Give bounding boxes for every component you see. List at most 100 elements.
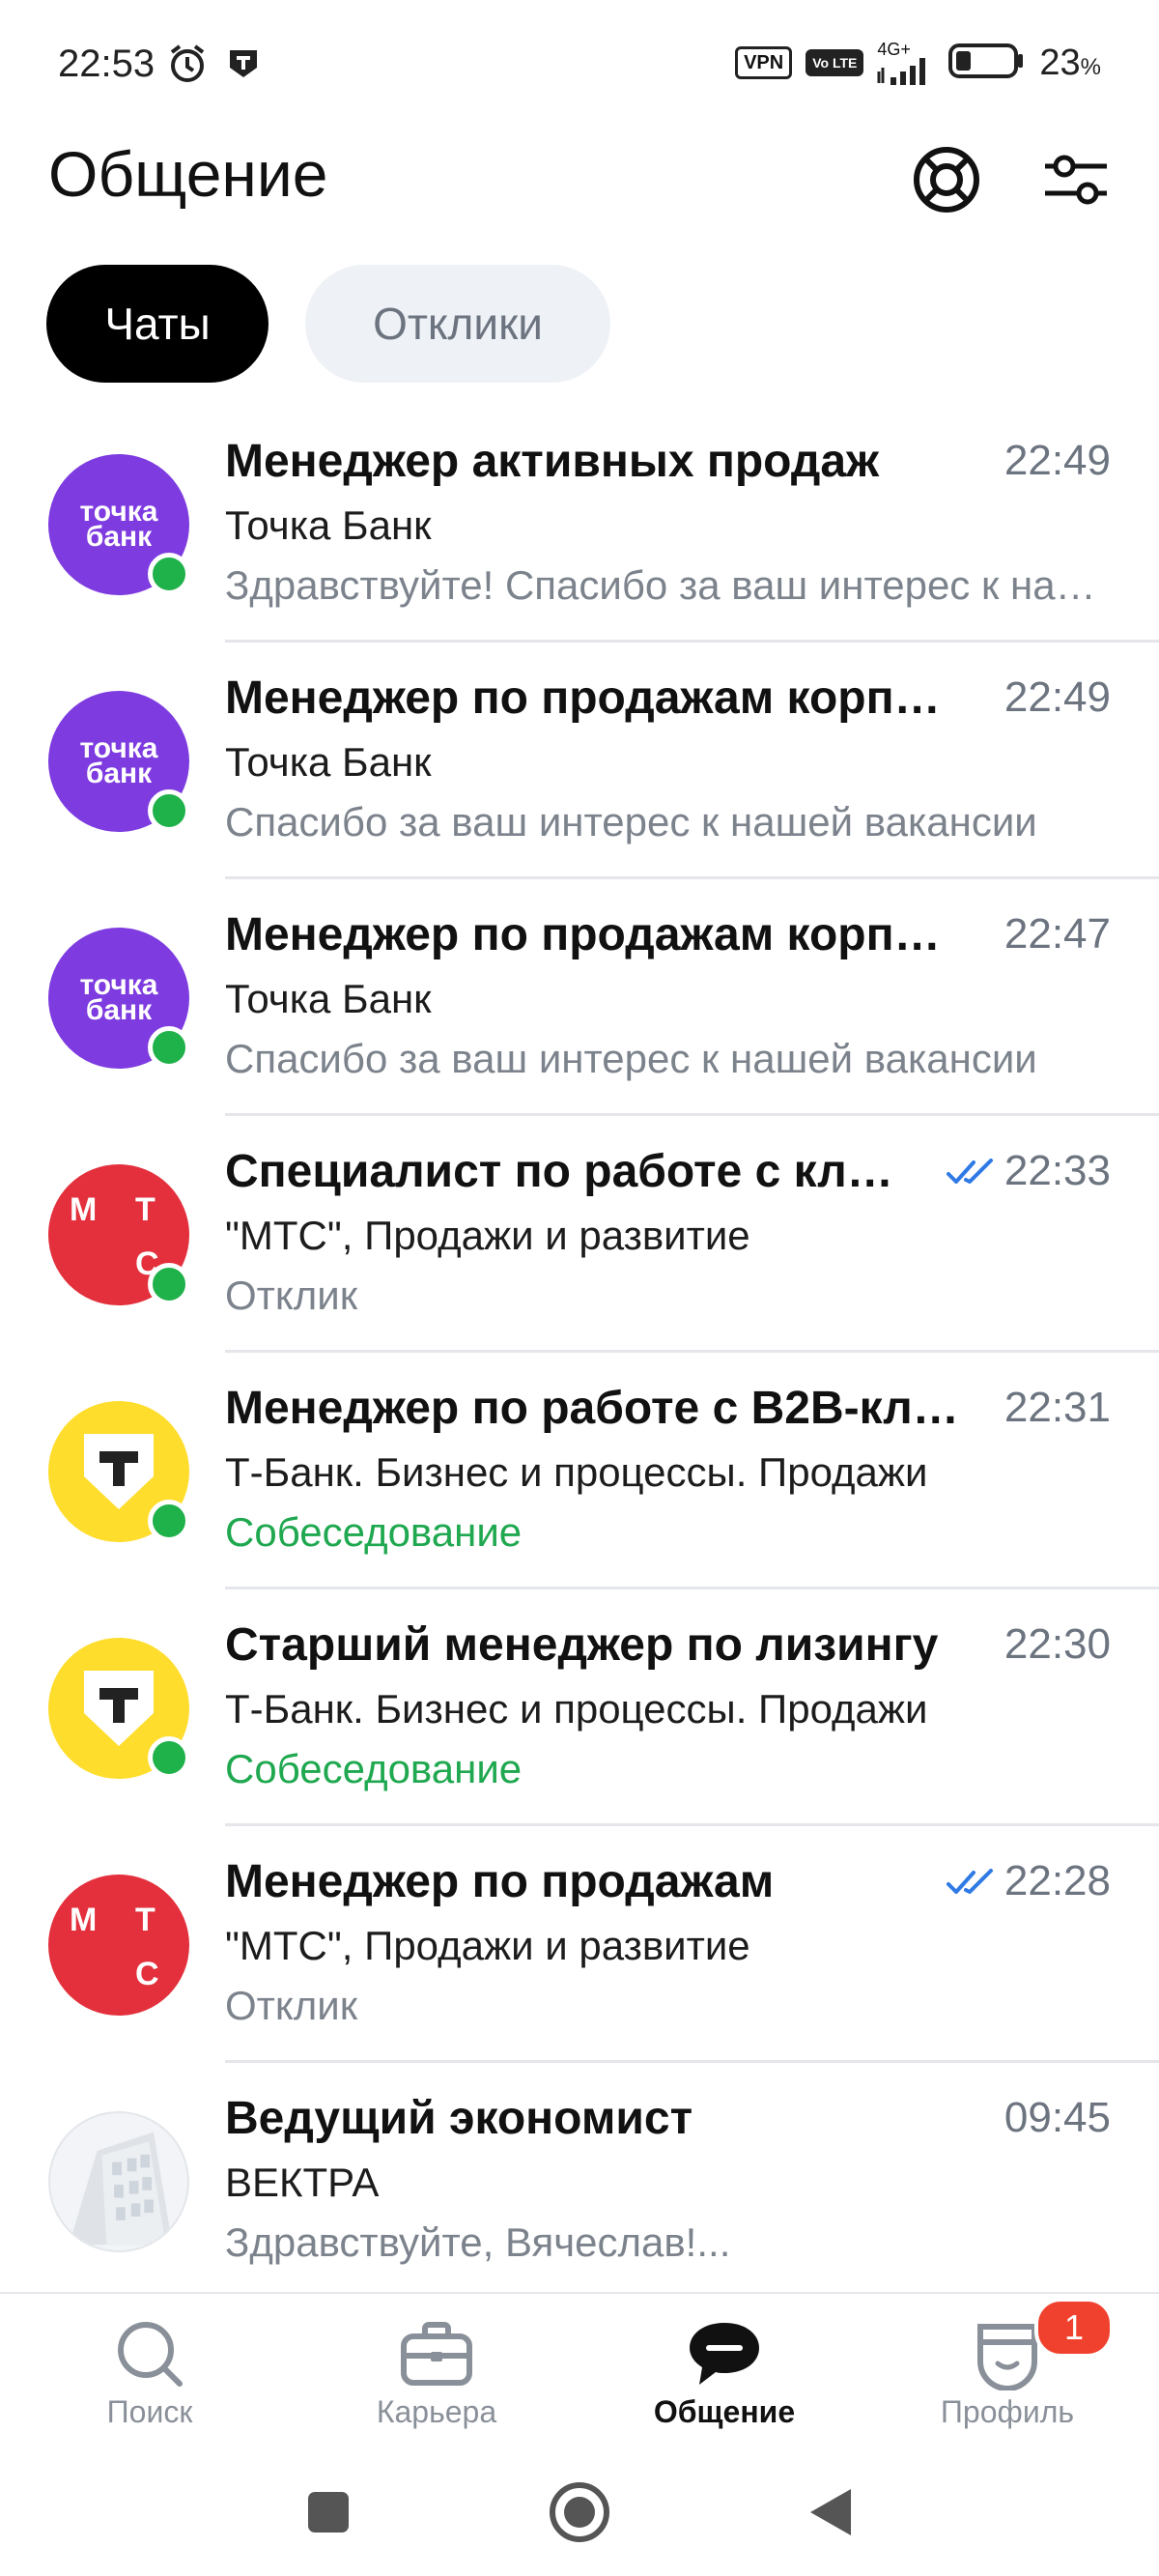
online-indicator <box>148 1263 190 1305</box>
back-triangle-icon <box>806 2485 855 2544</box>
shield-app-icon <box>226 46 261 86</box>
chat-list-item[interactable]: точка банк Менеджер активных продаж 22:49 Т… <box>0 406 1159 643</box>
chat-preview: Здравствуйте, Вячеслав!... <box>225 2219 731 2265</box>
online-indicator <box>148 1026 190 1069</box>
chat-company: Точка Банк <box>225 739 432 785</box>
chat-title: Менеджер по продажам корпоративным клиен… <box>225 673 959 724</box>
chat-time: 22:33 <box>1004 1147 1111 1194</box>
logo-letter: Т <box>135 1902 155 1938</box>
mts-logo: М ТС <box>48 1875 189 2016</box>
chat-avatar: МТС <box>48 1875 189 2016</box>
lifebuoy-icon <box>912 145 981 219</box>
chat-list-item[interactable]: М Т С Менеджер по продажам 22:28 "МТС", Прода… <box>0 1826 1159 2063</box>
online-indicator <box>148 1500 190 1542</box>
chat-title: Менеджер активных продаж <box>225 436 880 487</box>
logo-text: точка банк <box>79 969 158 1026</box>
tab-responses[interactable]: Отклики <box>305 265 610 383</box>
nav-career[interactable]: Карьера <box>292 2294 581 2448</box>
chat-list-item[interactable]: МТС Специалист по работе с клиентами 22:33… <box>0 1116 1159 1353</box>
chat-time: 09:45 <box>1004 2094 1111 2141</box>
square-icon <box>305 2489 352 2540</box>
chat-preview: Отклик <box>225 1983 358 2028</box>
recent-apps-button[interactable] <box>290 2476 367 2553</box>
vektra-logo <box>48 2111 189 2252</box>
chat-company: Т-Банк. Бизнес и процессы. Продажи <box>225 1449 928 1495</box>
tbank-shield-icon <box>84 1434 154 1509</box>
nav-profile-label: Профиль <box>940 2394 1075 2429</box>
logo-letter: Т <box>135 1191 155 1228</box>
chat-title: Ведущий экономист <box>225 2093 693 2144</box>
chat-preview: Спасибо за ваш интерес к нашей вакансии <box>225 799 1037 844</box>
chat-list-item[interactable]: Менеджер по работе с B2B-клиентами 22:31 Т… <box>0 1353 1159 1589</box>
chat-title: Менеджер по продажам корпоративным клиен… <box>225 909 959 960</box>
chat-list-item[interactable]: Старший менеджер по лизингу 22:30 Т-Банк. … <box>0 1589 1159 1826</box>
chat-tabs: Чаты Отклики <box>46 265 610 383</box>
filters-button[interactable] <box>1037 143 1115 220</box>
nav-search-label: Поиск <box>106 2394 193 2429</box>
bottom-nav: Поиск Карьера Общение 1 Профиль <box>0 2292 1159 2448</box>
signal-icon: 4G+ <box>877 41 935 85</box>
home-circle-icon <box>548 2480 611 2549</box>
chat-bubble-icon <box>681 2315 768 2392</box>
online-indicator <box>148 789 190 832</box>
chat-company: "МТС", Продажи и развитие <box>225 1923 750 1968</box>
support-button[interactable] <box>908 143 985 220</box>
search-icon <box>106 2315 193 2392</box>
online-indicator <box>148 1736 190 1779</box>
chat-title: Менеджер по работе с B2B-клиентами <box>225 1383 959 1434</box>
system-navigation-bar <box>0 2447 1159 2576</box>
battery-icon <box>948 42 1026 85</box>
nav-communication[interactable]: Общение <box>580 2294 869 2448</box>
volte-badge: Vo LTE <box>806 49 864 76</box>
home-button[interactable] <box>541 2476 618 2553</box>
chat-preview: Спасибо за ваш интерес к нашей вакансии <box>225 1036 1037 1081</box>
chat-time: 22:47 <box>1004 910 1111 958</box>
chat-time: 22:30 <box>1004 1620 1111 1668</box>
nav-career-label: Карьера <box>376 2394 497 2429</box>
page-title: Общение <box>48 138 328 210</box>
status-right: VPN Vo LTE 4G+ 23% <box>735 41 1101 85</box>
chat-time: 22:28 <box>1004 1857 1111 1904</box>
chat-preview: Отклик <box>225 1273 358 1318</box>
chat-company: Точка Банк <box>225 502 432 548</box>
chat-avatar: МТС <box>48 1164 190 1305</box>
tab-chats[interactable]: Чаты <box>46 265 269 383</box>
chat-avatar: точка банк <box>48 928 190 1069</box>
battery-percent: 23% <box>1039 42 1101 83</box>
chat-avatar: точка банк <box>48 454 190 595</box>
chat-list-item[interactable]: точка банк Менеджер по продажам корпорати… <box>0 879 1159 1116</box>
back-button[interactable] <box>792 2476 869 2553</box>
chat-avatar <box>48 2111 189 2252</box>
status-bar: 22:53 VPN Vo LTE 4G+ 23% <box>0 0 1159 126</box>
chat-list-item[interactable]: Ведущий экономист 09:45 ВЕКТРА Здравствуйте… <box>0 2063 1159 2295</box>
chat-list: точка банк Менеджер активных продаж 22:49 Т… <box>0 406 1159 2295</box>
network-type: 4G+ <box>877 40 911 59</box>
sliders-icon <box>1041 149 1111 215</box>
nav-search[interactable]: Поиск <box>5 2294 295 2448</box>
chat-title: Менеджер по продажам <box>225 1856 775 1907</box>
chat-preview: Собеседование <box>225 1509 523 1555</box>
chat-preview: Собеседование <box>225 1746 523 1791</box>
chat-company: Т-Банк. Бизнес и процессы. Продажи <box>225 1686 928 1732</box>
chat-title: Старший менеджер по лизингу <box>225 1619 939 1671</box>
chat-time: 22:49 <box>1004 437 1111 484</box>
logo-text: точка банк <box>79 496 158 553</box>
nav-communication-label: Общение <box>653 2394 796 2429</box>
chat-list-item[interactable]: точка банк Менеджер по продажам корпорати… <box>0 643 1159 879</box>
chat-avatar: точка банк <box>48 691 190 832</box>
chat-company: "МТС", Продажи и развитие <box>225 1213 750 1258</box>
chat-title: Специалист по работе с клиентами <box>225 1146 901 1197</box>
chat-time: 22:49 <box>1004 673 1111 721</box>
chat-avatar <box>48 1401 190 1542</box>
logo-text: точка банк <box>79 732 158 789</box>
status-time: 22:53 <box>58 43 155 85</box>
double-check-icon <box>947 1869 997 1901</box>
logo-letter: М <box>70 1191 98 1228</box>
double-check-icon <box>947 1159 997 1190</box>
chat-time: 22:31 <box>1004 1384 1111 1431</box>
briefcase-icon <box>393 2315 480 2392</box>
vpn-badge: VPN <box>735 46 793 79</box>
nav-profile[interactable]: 1 Профиль <box>862 2294 1152 2448</box>
online-indicator <box>148 553 190 595</box>
logo-letter: М <box>70 1902 98 1938</box>
